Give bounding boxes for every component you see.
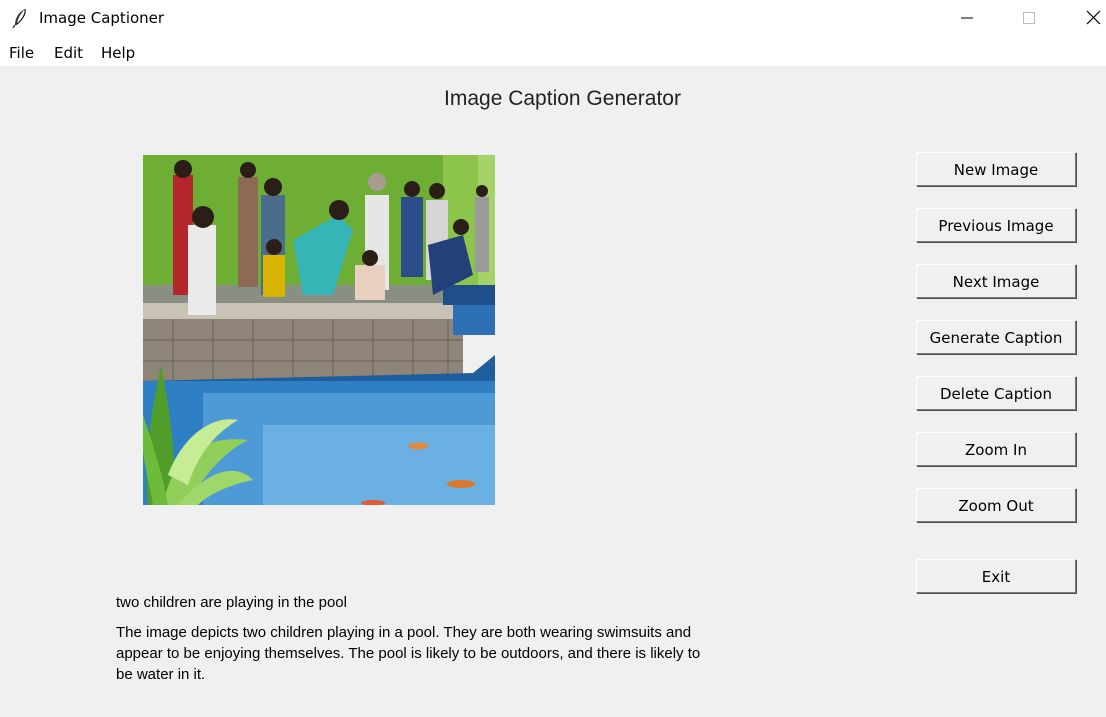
window-title: Image Captioner (39, 9, 165, 27)
minimize-icon[interactable] (944, 0, 990, 36)
short-caption: two children are playing in the pool (116, 594, 347, 611)
zoom-out-button[interactable]: Zoom Out (916, 488, 1076, 522)
next-image-button[interactable]: Next Image (916, 264, 1076, 298)
menu-edit[interactable]: Edit (54, 44, 83, 62)
caption-image (143, 155, 495, 505)
previous-image-button[interactable]: Previous Image (916, 208, 1076, 242)
menu-help[interactable]: Help (101, 44, 135, 62)
page-title: Image Caption Generator (444, 87, 681, 110)
title-bar: Image Captioner (0, 0, 1106, 36)
menu-bar: File Edit Help (0, 36, 1106, 66)
delete-caption-button[interactable]: Delete Caption (916, 376, 1076, 410)
new-image-button[interactable]: New Image (916, 152, 1076, 186)
close-icon[interactable] (1068, 0, 1106, 36)
generate-caption-button[interactable]: Generate Caption (916, 320, 1076, 354)
menu-file[interactable]: File (9, 44, 34, 62)
maximize-icon[interactable] (1006, 0, 1052, 36)
long-caption: The image depicts two children playing i… (116, 624, 701, 683)
feather-icon (12, 8, 26, 28)
exit-button[interactable]: Exit (916, 559, 1076, 593)
zoom-in-button[interactable]: Zoom In (916, 432, 1076, 466)
